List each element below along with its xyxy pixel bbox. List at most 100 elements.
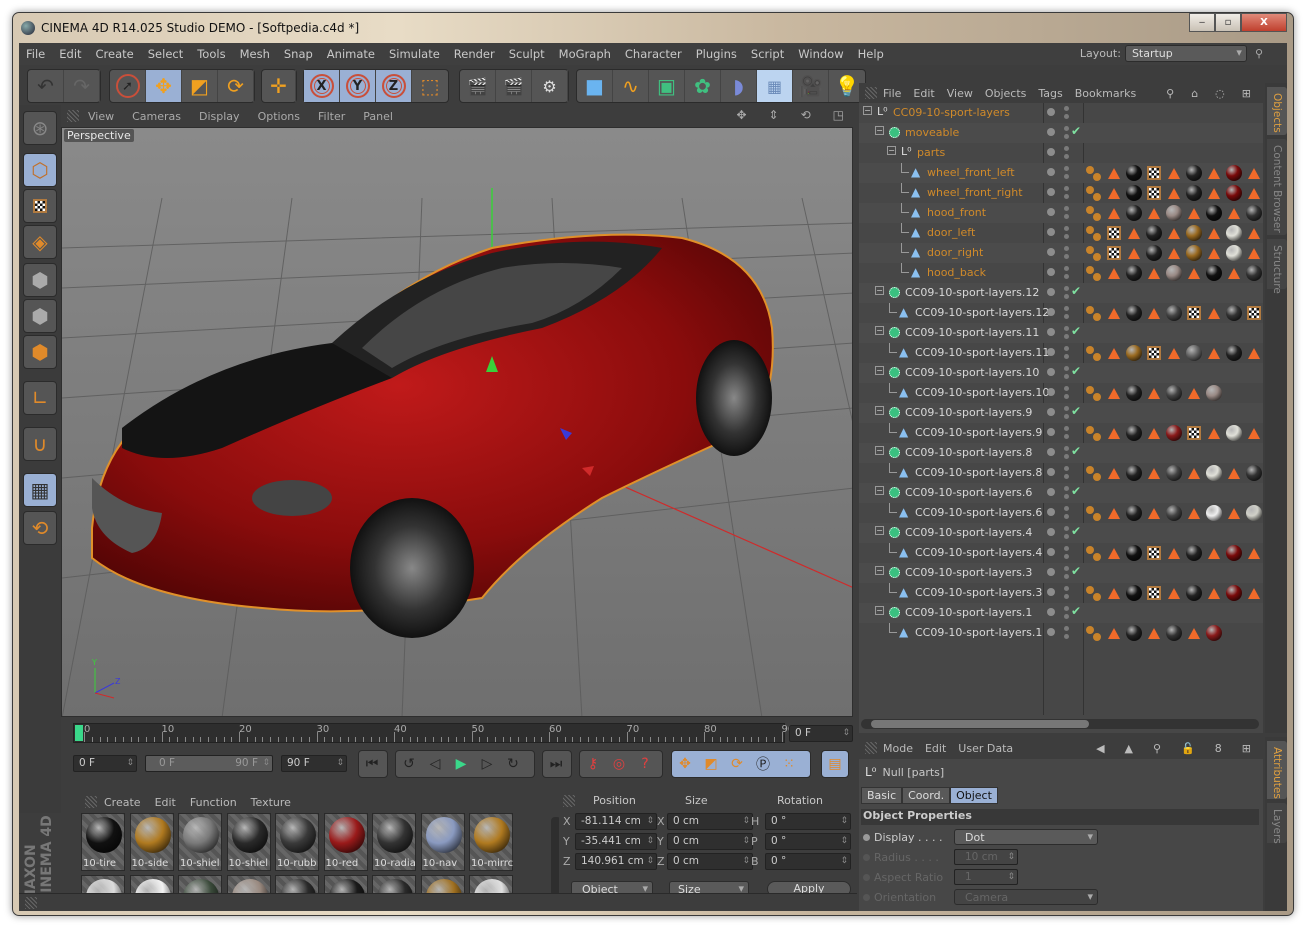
animate-radio-icon[interactable] <box>863 853 870 861</box>
object-row[interactable]: − CC09-10-sport-layers.6 ✔ <box>859 483 1263 503</box>
visibility-toggle-icon[interactable] <box>1064 625 1069 639</box>
tag-cell[interactable] <box>1205 164 1223 182</box>
tag-cell[interactable] <box>1205 204 1223 222</box>
collapse-toggle-icon[interactable]: − <box>887 146 896 155</box>
material-swatch[interactable]: 10-shiel <box>178 813 222 871</box>
panel-grip[interactable] <box>85 796 97 808</box>
enabled-checkmark-icon[interactable]: ✔ <box>1071 124 1081 138</box>
object-name[interactable]: CC09-10-sport-layers.6 <box>905 486 1032 499</box>
side-tab-layers[interactable]: Layers <box>1267 803 1287 844</box>
tag-cell[interactable] <box>1125 504 1143 522</box>
3d-viewport[interactable]: Y Z Perspective SOFTPEDIA <box>61 127 853 717</box>
axis-x-lock-button[interactable]: X <box>304 70 340 102</box>
visibility-toggle-icon[interactable] <box>1064 185 1069 199</box>
tag-cell[interactable] <box>1165 244 1183 262</box>
record-key-button[interactable]: ⚷ <box>580 751 606 777</box>
layer-dot-icon[interactable] <box>1047 108 1055 116</box>
viewport-menu-cameras[interactable]: Cameras <box>123 110 190 123</box>
enabled-checkmark-icon[interactable]: ✔ <box>1071 444 1081 458</box>
object-name[interactable]: CC09-10-sport-layers.3 <box>905 566 1032 579</box>
tag-cell[interactable] <box>1085 624 1103 642</box>
enabled-checkmark-icon[interactable]: ✔ <box>1071 324 1081 338</box>
layer-dot-icon[interactable] <box>1047 368 1055 376</box>
layer-dot-icon[interactable] <box>1047 608 1055 616</box>
object-row[interactable]: ▲ hood_back <box>859 263 1263 283</box>
side-tab-attributes[interactable]: Attributes <box>1267 741 1287 799</box>
tag-cell[interactable] <box>1185 504 1203 522</box>
tag-cell[interactable] <box>1085 184 1103 202</box>
object-row[interactable]: − CC09-10-sport-layers.1 ✔ <box>859 603 1263 623</box>
tag-cell[interactable] <box>1205 464 1223 482</box>
layer-dot-icon[interactable] <box>1047 168 1055 176</box>
viewport-menu-options[interactable]: Options <box>249 110 309 123</box>
object-row[interactable]: ▲ CC09-10-sport-layers.4 <box>859 543 1263 563</box>
collapse-toggle-icon[interactable]: − <box>875 406 884 415</box>
visibility-toggle-icon[interactable] <box>1064 405 1069 419</box>
tag-cell[interactable] <box>1185 544 1203 562</box>
tag-cell[interactable] <box>1225 584 1243 602</box>
visibility-toggle-icon[interactable] <box>1064 105 1069 119</box>
object-name[interactable]: wheel_front_left <box>927 166 1015 179</box>
tag-cell[interactable] <box>1085 424 1103 442</box>
end-frame-field[interactable]: 90 F <box>281 755 347 772</box>
object-name[interactable]: door_right <box>927 246 983 259</box>
tag-cell[interactable] <box>1185 584 1203 602</box>
prev-frame-button[interactable]: ◁ <box>422 751 448 777</box>
play-button[interactable]: ▶ <box>448 751 474 777</box>
tag-cell[interactable] <box>1085 224 1103 242</box>
object-row[interactable]: − CC09-10-sport-layers.4 ✔ <box>859 523 1263 543</box>
up-arrow-icon[interactable]: ▲ <box>1119 742 1139 755</box>
prev-key-button[interactable]: ↺ <box>396 751 422 777</box>
search-icon[interactable]: ⚲ <box>1147 742 1167 755</box>
attr-menu-user-data[interactable]: User Data <box>952 742 1019 755</box>
layer-dot-icon[interactable] <box>1047 588 1055 596</box>
object-row[interactable]: − CC09-10-sport-layers.11 ✔ <box>859 323 1263 343</box>
object-row[interactable]: − CC09-10-sport-layers.8 ✔ <box>859 443 1263 463</box>
tag-cell[interactable] <box>1165 384 1183 402</box>
layer-dot-icon[interactable] <box>1047 628 1055 636</box>
tag-cell[interactable] <box>1225 544 1243 562</box>
object-row[interactable]: ▲ hood_front <box>859 203 1263 223</box>
timeline-settings-button[interactable]: ▤ <box>822 751 848 777</box>
object-row[interactable]: ▲ door_right <box>859 243 1263 263</box>
visibility-toggle-icon[interactable] <box>1064 385 1069 399</box>
tag-cell[interactable] <box>1225 464 1243 482</box>
layer-dot-icon[interactable] <box>1047 208 1055 216</box>
scale-tool-button[interactable]: ◩ <box>182 70 218 102</box>
tag-cell[interactable] <box>1125 544 1143 562</box>
object-name[interactable]: CC09-10-sport-layers.11 <box>915 346 1049 359</box>
tag-cell[interactable] <box>1145 624 1163 642</box>
collapse-toggle-icon[interactable]: − <box>875 286 884 295</box>
object-menu-objects[interactable]: Objects <box>979 87 1033 100</box>
tag-cell[interactable] <box>1245 224 1263 242</box>
tag-cell[interactable] <box>1165 224 1183 242</box>
object-name[interactable]: CC09-10-sport-layers.10 <box>915 386 1049 399</box>
tag-cell[interactable] <box>1245 464 1263 482</box>
tag-cell[interactable] <box>1105 384 1123 402</box>
tag-cell[interactable] <box>1165 544 1183 562</box>
material-menu-edit[interactable]: Edit <box>148 796 183 809</box>
size-x-field[interactable]: 0 cm <box>667 813 753 830</box>
visibility-toggle-icon[interactable] <box>1064 605 1069 619</box>
tag-cell[interactable] <box>1085 344 1103 362</box>
tag-cell[interactable] <box>1145 304 1163 322</box>
object-name[interactable]: moveable <box>905 126 959 139</box>
object-row[interactable]: ▲ CC09-10-sport-layers.1 <box>859 623 1263 643</box>
tag-cell[interactable] <box>1105 624 1123 642</box>
snap-button[interactable]: ∪ <box>23 427 57 461</box>
object-name[interactable]: CC09-10-sport-layers.4 <box>915 546 1042 559</box>
back-arrow-icon[interactable]: ◀ <box>1090 742 1110 755</box>
attr-tab-object[interactable]: Object <box>950 787 998 804</box>
visibility-toggle-icon[interactable] <box>1064 285 1069 299</box>
new-window-icon[interactable]: ⊞ <box>1236 742 1257 755</box>
menu-character[interactable]: Character <box>618 47 689 61</box>
enabled-checkmark-icon[interactable]: ✔ <box>1071 524 1081 538</box>
animate-radio-icon[interactable] <box>863 893 870 901</box>
object-name[interactable]: hood_front <box>927 206 986 219</box>
object-row[interactable]: − CC09-10-sport-layers.12 ✔ <box>859 283 1263 303</box>
workplane-lock-button[interactable]: ▦ <box>23 473 57 507</box>
tag-cell[interactable] <box>1225 504 1243 522</box>
tag-cell[interactable] <box>1205 424 1223 442</box>
tag-cell[interactable] <box>1185 424 1203 442</box>
object-row[interactable]: − CC09-10-sport-layers.9 ✔ <box>859 403 1263 423</box>
